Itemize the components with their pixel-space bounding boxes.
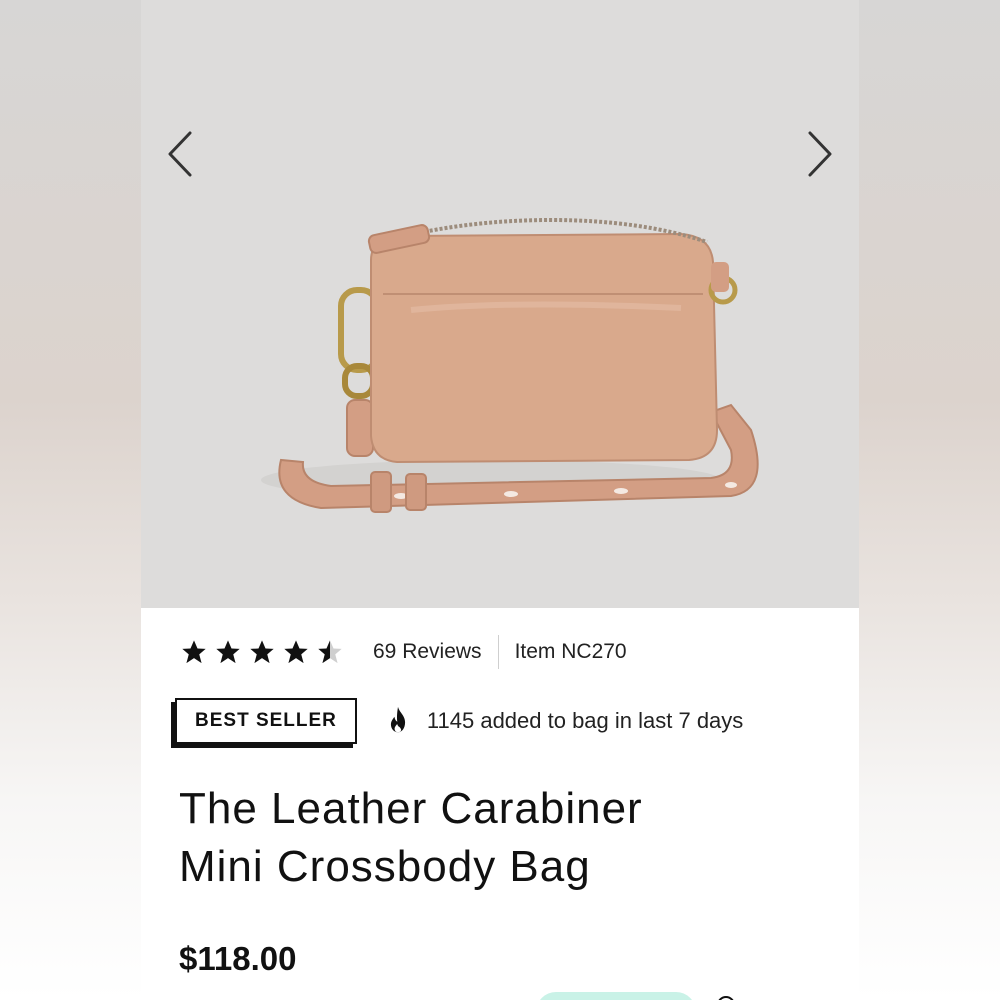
flame-icon [390,706,405,733]
added-to-bag-text: 1145 added to bag in last 7 days [426,708,744,733]
wishlist-icon[interactable] [717,996,735,1000]
half-star-icon [318,640,342,664]
star-icon [182,640,206,664]
divider [497,635,499,669]
best-seller-badge: BEST SELLER [175,698,357,744]
rating-row: 69 Reviews Item NC270 [179,635,627,669]
previous-image-button[interactable] [153,126,209,182]
next-image-button[interactable] [791,126,847,182]
product-title: The Leather Carabiner Mini Crossbody Bag [179,780,819,896]
background-right [859,0,1000,1000]
star-rating[interactable] [179,638,345,666]
product-image-gallery [141,0,859,608]
product-image[interactable] [211,190,771,560]
product-info: 69 Reviews Item NC270 BEST SELLER 1145 a… [141,608,859,1000]
chevron-left-icon [168,131,192,177]
chevron-right-icon [808,131,832,177]
product-title-line-2: Mini Crossbody Bag [179,842,591,891]
product-price: $118.00 [179,940,297,977]
add-to-bag-button[interactable] [536,992,696,1000]
item-number: Item NC270 [514,640,627,663]
reviews-link[interactable]: 69 Reviews [373,640,482,664]
product-title-line-1: The Leather Carabiner [179,784,643,833]
background-left [0,0,141,1000]
star-icon [216,640,240,664]
badge-row: BEST SELLER 1145 added to bag in last 7 … [175,698,743,744]
star-icon [284,640,308,664]
star-icon [250,640,274,664]
product-page: 69 Reviews Item NC270 BEST SELLER 1145 a… [141,0,859,1000]
